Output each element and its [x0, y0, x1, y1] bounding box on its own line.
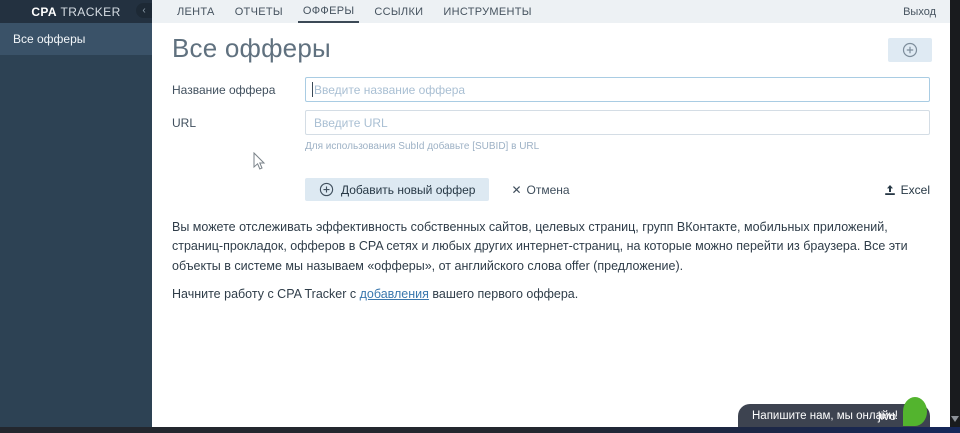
top-navigation: ЛЕНТА ОТЧЕТЫ ОФФЕРЫ ССЫЛКИ ИНСТРУМЕНТЫ В… [152, 0, 950, 23]
tab-label: ИНСТРУМЕНТЫ [443, 5, 532, 18]
new-offer-form: Название оффера URL Для использования Su… [172, 77, 930, 201]
subid-hint-text: Для использования SubId добавьте [SUBID]… [305, 141, 540, 152]
logo-rest-part: TRACKER [56, 4, 121, 19]
add-new-offer-button[interactable]: Добавить новый оффер [305, 178, 490, 201]
logo-bold-part: CPA [31, 4, 57, 19]
sidebar-item-all-offers[interactable]: Все офферы [0, 23, 152, 55]
excel-export-button[interactable]: Excel [884, 183, 930, 197]
tab-offery-active[interactable]: ОФФЕРЫ [297, 0, 360, 23]
offer-url-label: URL [172, 116, 197, 130]
jivo-brand-label: jivo [877, 408, 896, 423]
jivo-leaf-icon [903, 397, 927, 426]
tab-instrumenty[interactable]: ИНСТРУМЕНТЫ [438, 0, 536, 23]
cancel-button[interactable]: ✕ Отмена [511, 183, 569, 197]
tab-otchety[interactable]: ОТЧЕТЫ [230, 0, 288, 23]
plus-circle-icon [902, 42, 918, 58]
tab-label: ССЫЛКИ [374, 5, 424, 18]
window-bottom-edge [0, 427, 960, 433]
form-actions: Добавить новый оффер ✕ Отмена Excel [172, 178, 930, 201]
app-logo: CPA TRACKER [31, 5, 120, 19]
app-window: CPA TRACKER ‹ Все офферы ЛЕНТА ОТЧЕТЫ ОФ… [0, 0, 960, 433]
close-icon: ✕ [511, 182, 522, 197]
tab-label: ОТЧЕТЫ [234, 5, 283, 18]
tab-ssylki[interactable]: ССЫЛКИ [369, 0, 428, 23]
add-offer-link[interactable]: добавления [360, 287, 429, 301]
plus-circle-icon [319, 182, 334, 197]
offer-name-input[interactable] [305, 77, 930, 102]
page-title: Все офферы [172, 33, 331, 63]
add-offer-plus-button[interactable] [888, 38, 932, 62]
window-right-edge [950, 0, 960, 433]
upload-icon [884, 184, 895, 195]
tab-lenta[interactable]: ЛЕНТА [172, 0, 220, 23]
sidebar-header: CPA TRACKER ‹ [0, 0, 152, 23]
start-text-before: Начните работу с CPA Tracker с [172, 287, 360, 302]
sidebar: CPA TRACKER ‹ Все офферы [0, 0, 152, 427]
offer-url-input[interactable] [305, 110, 930, 135]
chevron-left-icon: ‹ [142, 4, 146, 16]
start-text-after: вашего первого оффера. [428, 287, 579, 302]
tab-label: ЛЕНТА [177, 5, 215, 18]
tab-label: ОФФЕРЫ [302, 4, 355, 17]
sidebar-item-label: Все офферы [13, 32, 86, 46]
chat-widget[interactable]: Напишите нам, мы онлайн! jivo [738, 397, 930, 427]
scrollbar-down-arrow-icon[interactable] [951, 416, 959, 422]
offers-description-text: Вы можете отслеживать эффективность собс… [172, 220, 908, 273]
cancel-label: Отмена [526, 182, 570, 197]
text-caret [312, 82, 313, 97]
add-new-offer-label: Добавить новый оффер [341, 182, 476, 197]
main-content: Все офферы Название оффера URL Д [152, 23, 950, 427]
logout-link[interactable]: Выход [903, 0, 950, 23]
chat-message: Напишите нам, мы онлайн! [752, 409, 898, 422]
offer-name-label: Название оффера [172, 83, 276, 97]
excel-label: Excel [900, 182, 930, 197]
sidebar-collapse-button[interactable]: ‹ [136, 3, 152, 18]
get-started-text: Начните работу с CPA Tracker с добавлени… [172, 287, 930, 301]
offer-url-row: URL [172, 110, 930, 135]
offer-name-row: Название оффера [172, 77, 930, 102]
